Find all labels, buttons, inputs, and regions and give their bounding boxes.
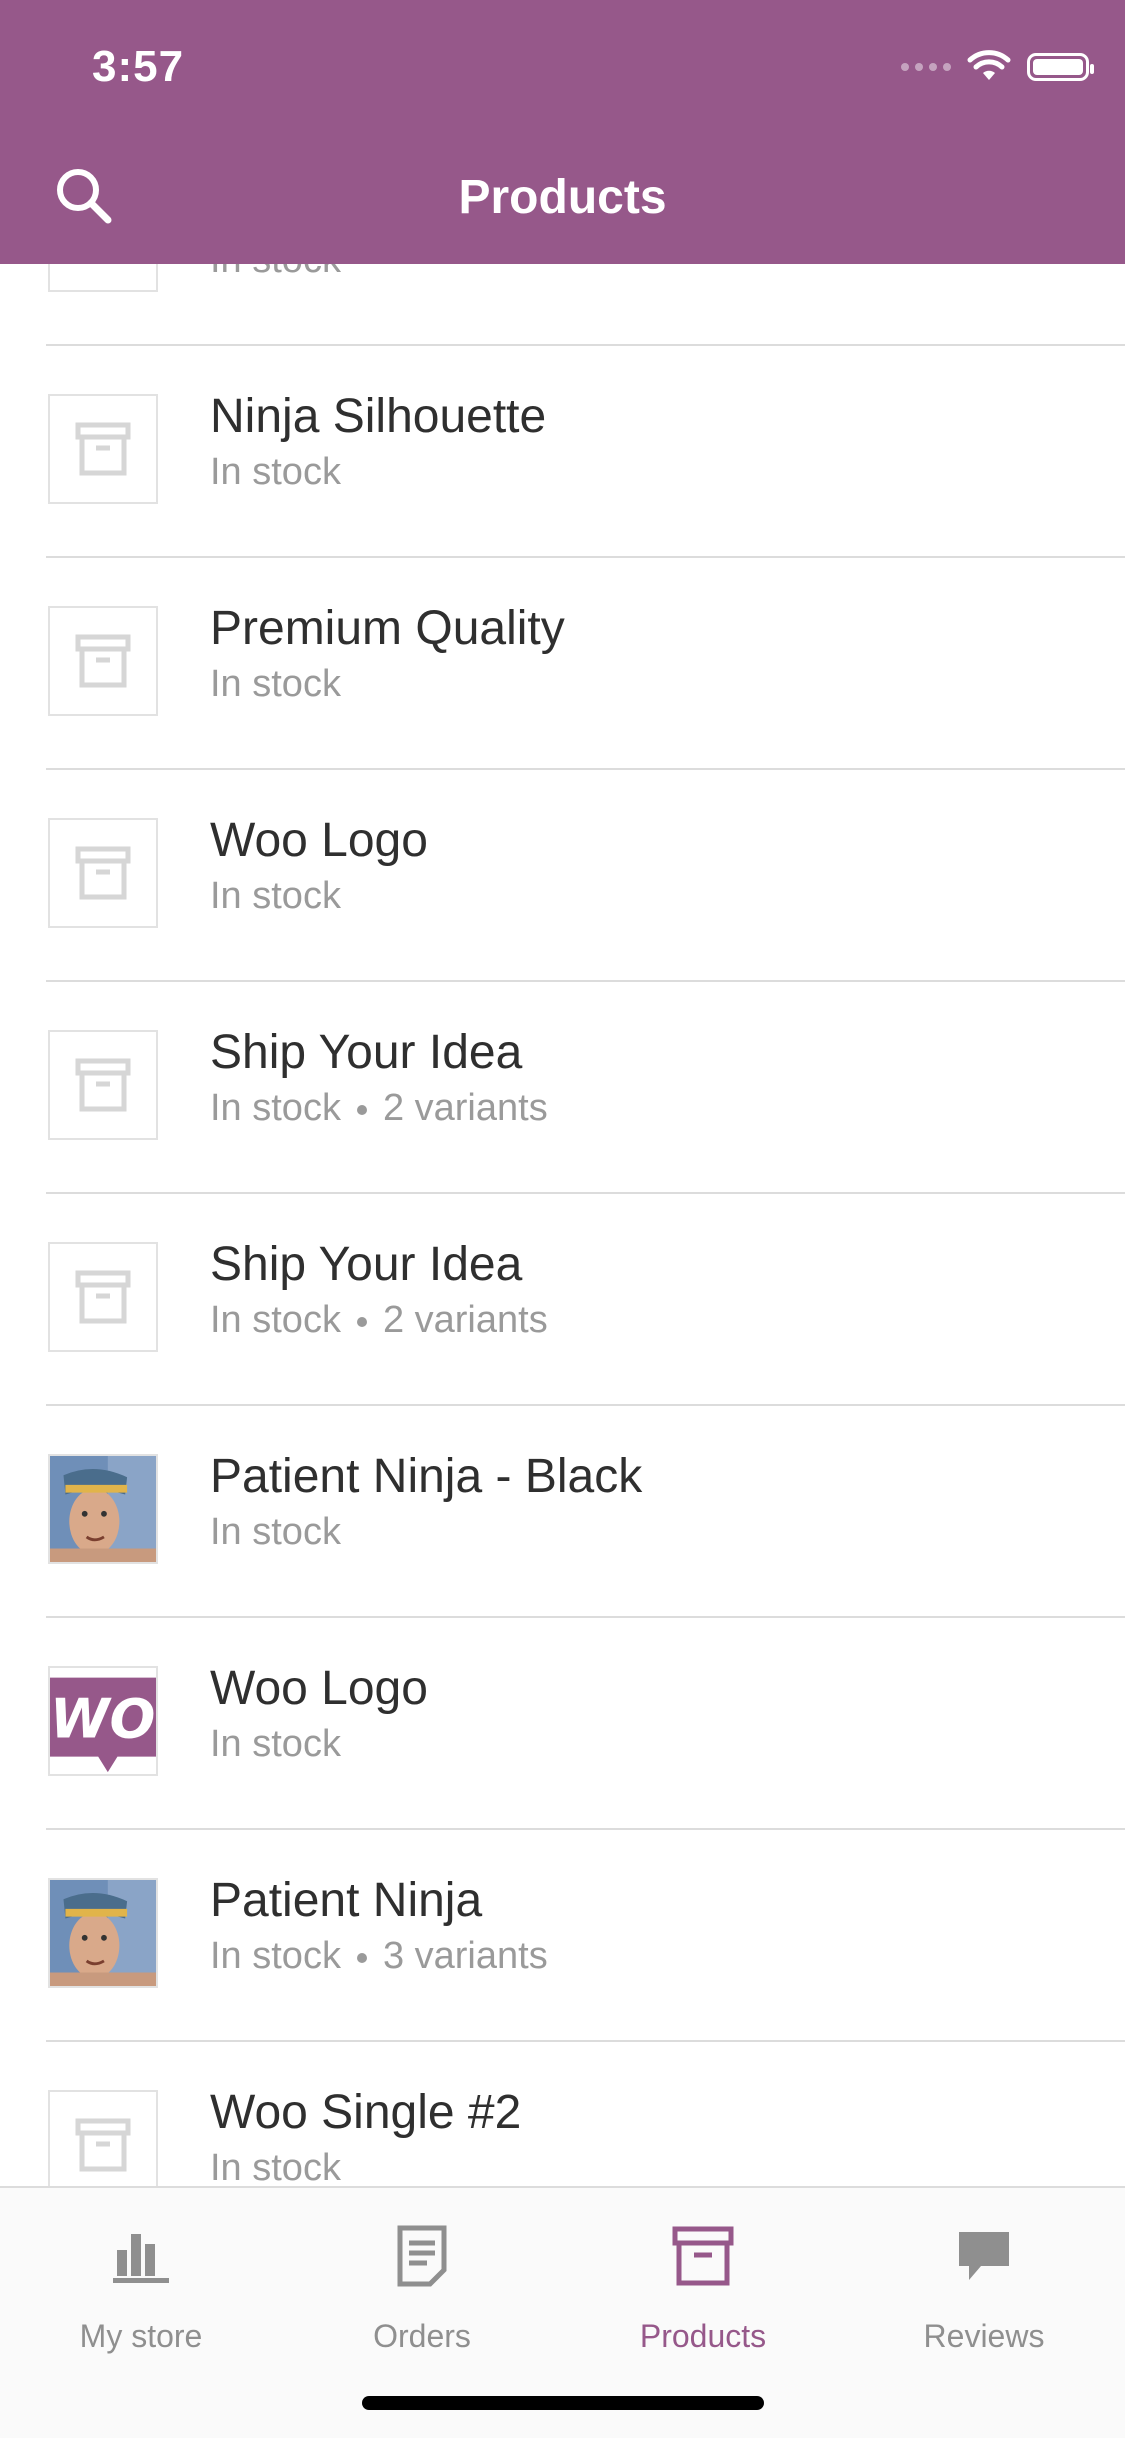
- navigation-header: 3:57 Products: [0, 0, 1125, 264]
- product-stock-status: In stock: [210, 448, 546, 496]
- product-placeholder-icon: [75, 2118, 131, 2172]
- product-thumbnail: [48, 1454, 158, 1564]
- tab-my-store[interactable]: My store: [1, 2216, 281, 2355]
- stock-label: In stock: [210, 264, 341, 281]
- chart-bar-icon: [1, 2216, 281, 2296]
- product-stock-status: In stock: [210, 264, 431, 284]
- product-name: Woo Logo: [210, 814, 428, 867]
- product-text: Patient Ninja - Black In stock: [210, 1446, 642, 1556]
- product-thumbnail: [48, 2090, 158, 2186]
- product-name: Woo Single #2: [210, 2086, 522, 2139]
- product-name: Patient Ninja - Black: [210, 1450, 643, 1503]
- status-time: 3:57: [92, 42, 185, 91]
- separator-dot: [356, 1952, 367, 1963]
- product-placeholder-icon: [75, 846, 131, 900]
- product-thumbnail: [48, 1878, 158, 1988]
- product-name: Premium Quality: [210, 602, 565, 655]
- variants-label: 2 variants: [382, 1087, 548, 1129]
- product-row[interactable]: Premium Quality In stock: [46, 558, 1125, 770]
- stock-label: In stock: [210, 1723, 341, 1765]
- page-title: Products: [458, 171, 667, 224]
- tab-reviews[interactable]: Reviews: [844, 2216, 1124, 2355]
- product-thumbnail: [48, 1030, 158, 1140]
- product-stock-status: In stock: [210, 660, 565, 708]
- product-placeholder-icon: [75, 422, 131, 476]
- product-row[interactable]: Patient Ninja - Black In stock: [46, 1406, 1125, 1618]
- product-text: Woo Logo In stock: [210, 810, 428, 920]
- stock-label: In stock: [210, 1935, 341, 1977]
- stock-label: In stock: [210, 1299, 341, 1341]
- product-text: Ship Your Idea In stock 2 variants: [210, 1022, 548, 1132]
- product-placeholder-icon: [75, 634, 131, 688]
- product-name: Patient Ninja: [210, 1874, 483, 1927]
- woo-logo-icon: WOO: [50, 1668, 156, 1774]
- document-icon: [282, 2216, 562, 2296]
- product-stock-status: In stock 3 variants: [210, 1932, 548, 1980]
- status-icons: [901, 50, 1094, 84]
- product-thumbnail: [48, 1242, 158, 1352]
- product-text: Woo NinjaIn stock: [210, 264, 431, 284]
- product-thumbnail: [48, 264, 158, 292]
- product-row[interactable]: Woo Logo In stock: [46, 770, 1125, 982]
- product-row[interactable]: Patient Ninja In stock 3 variants: [46, 1830, 1125, 2042]
- product-name: Ship Your Idea: [210, 1026, 523, 1079]
- product-stock-status: In stock: [210, 1720, 428, 1768]
- product-name: Ship Your Idea: [210, 1238, 523, 1291]
- tab-label: Orders: [373, 2318, 471, 2354]
- svg-text:WOO: WOO: [50, 1687, 156, 1750]
- tab-label: Reviews: [923, 2318, 1045, 2354]
- tab-products[interactable]: Products: [563, 2216, 843, 2355]
- product-thumbnail: [48, 394, 158, 504]
- stock-label: In stock: [210, 2147, 341, 2186]
- product-stock-status: In stock 2 variants: [210, 1084, 548, 1132]
- ninja-photo-icon: [50, 1456, 156, 1562]
- archive-box-icon: [563, 2216, 843, 2296]
- separator-dot: [356, 1104, 367, 1115]
- product-row[interactable]: Woo Single #2 In stock: [46, 2042, 1125, 2186]
- product-thumbnail: WOO: [48, 1666, 158, 1776]
- product-row[interactable]: Ninja Silhouette In stock: [46, 346, 1125, 558]
- product-row[interactable]: Ship Your Idea In stock 2 variants: [46, 1194, 1125, 1406]
- product-thumbnail: [48, 818, 158, 928]
- product-thumbnail: [48, 606, 158, 716]
- product-name: Woo Logo: [210, 1662, 428, 1715]
- product-text: Ship Your Idea In stock 2 variants: [210, 1234, 548, 1344]
- product-text: Ninja Silhouette In stock: [210, 386, 546, 496]
- tab-label: Products: [639, 2318, 767, 2354]
- product-row[interactable]: Woo NinjaIn stock: [46, 264, 1125, 346]
- product-text: Patient Ninja In stock 3 variants: [210, 1870, 548, 1980]
- product-name: Ninja Silhouette: [210, 390, 547, 443]
- stock-label: In stock: [210, 1087, 341, 1129]
- product-placeholder-icon: [75, 1058, 131, 1112]
- product-stock-status: In stock: [210, 2144, 521, 2186]
- tab-orders[interactable]: Orders: [282, 2216, 562, 2355]
- product-stock-status: In stock 2 variants: [210, 1296, 548, 1344]
- product-text: Woo Logo In stock: [210, 1658, 428, 1768]
- product-row[interactable]: Ship Your Idea In stock 2 variants: [46, 982, 1125, 1194]
- battery-icon: [1027, 53, 1094, 81]
- ninja-photo-icon: [50, 1880, 156, 1986]
- product-list[interactable]: Woo NinjaIn stock Ninja Silhouette In stoc…: [0, 264, 1125, 2186]
- product-placeholder-icon: [75, 1270, 131, 1324]
- product-stock-status: In stock: [210, 872, 428, 920]
- tab-label: My store: [79, 2318, 203, 2354]
- speech-bubble-icon: [844, 2216, 1124, 2296]
- home-indicator: [362, 2396, 764, 2410]
- product-text: Premium Quality In stock: [210, 598, 565, 708]
- variants-label: 3 variants: [382, 1935, 548, 1977]
- wifi-icon: [967, 50, 1011, 80]
- product-row[interactable]: WOO Woo Logo In stock: [46, 1618, 1125, 1830]
- separator-dot: [356, 1316, 367, 1327]
- stock-label: In stock: [210, 663, 341, 705]
- product-text: Woo Single #2 In stock: [210, 2082, 521, 2186]
- cellular-signal-icon: [901, 63, 951, 71]
- stock-label: In stock: [210, 875, 341, 917]
- stock-label: In stock: [210, 1511, 341, 1553]
- variants-label: 2 variants: [382, 1299, 548, 1341]
- stock-label: In stock: [210, 451, 341, 493]
- product-stock-status: In stock: [210, 1508, 642, 1556]
